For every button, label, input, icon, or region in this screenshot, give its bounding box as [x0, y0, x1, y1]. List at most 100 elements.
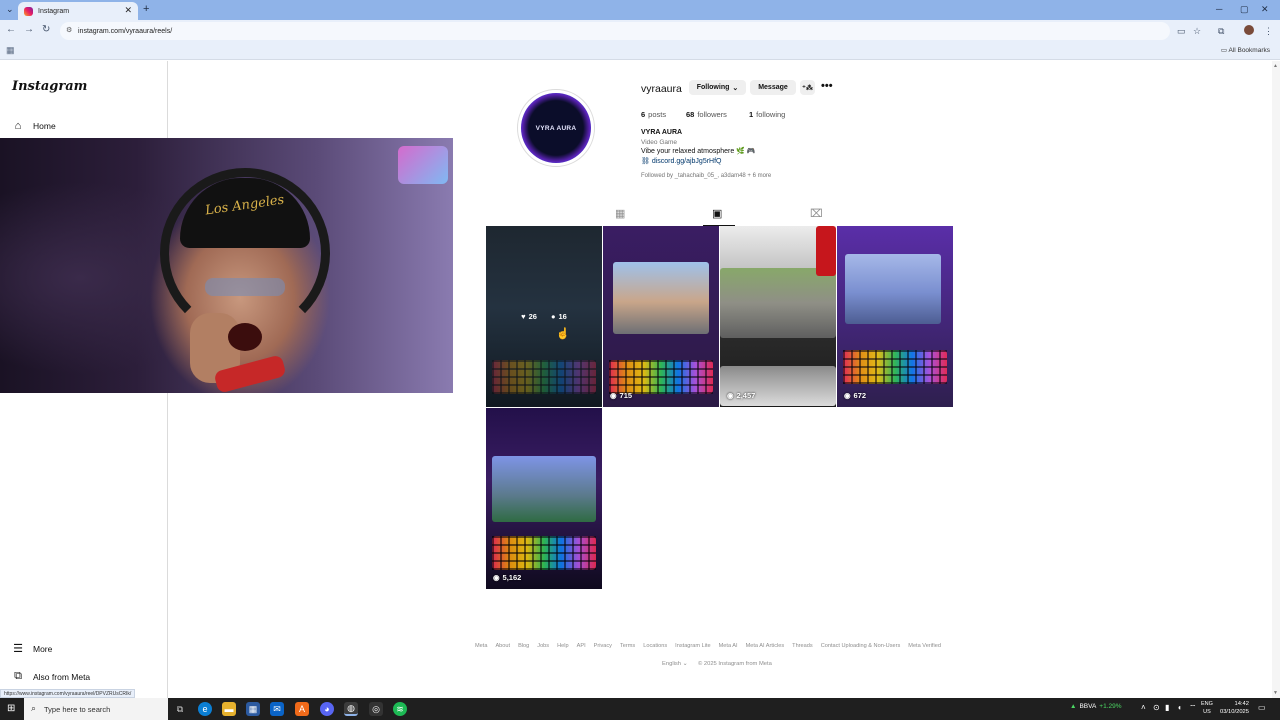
profile-avatar[interactable]: VYRA AURA	[517, 89, 595, 167]
task-view-icon[interactable]: ⧉	[173, 702, 187, 716]
stock-widget[interactable]: ▲ BBVA +1.29%	[1070, 703, 1122, 710]
forward-icon[interactable]: →	[24, 24, 34, 35]
scroll-up-icon[interactable]: ▲	[1273, 63, 1278, 69]
following-button[interactable]: Following ⌄	[689, 80, 746, 95]
window-close-icon[interactable]: ✕	[1261, 4, 1269, 15]
tab-tagged-icon[interactable]: ⌧	[810, 207, 823, 220]
region-code: US	[1203, 709, 1211, 715]
footer-link[interactable]: Privacy	[594, 643, 612, 649]
comments-stat: ● 16	[551, 312, 567, 321]
following-stat[interactable]: 1 following	[749, 110, 785, 119]
footer-link[interactable]: Instagram Lite	[675, 643, 710, 649]
sidebar-item-more[interactable]: ☰ More	[12, 642, 52, 655]
tab-posts-grid-icon[interactable]: ▦	[615, 207, 625, 220]
message-button-label: Message	[758, 84, 788, 91]
footer-link[interactable]: Meta AI	[719, 643, 738, 649]
bookmark-star-icon[interactable]: ☆	[1193, 26, 1201, 37]
footer-link[interactable]: Threads	[792, 643, 813, 649]
footer-link[interactable]: Help	[557, 643, 569, 649]
sidebar-item-home[interactable]: ⌂ Home	[12, 120, 56, 132]
more-options-icon[interactable]: •••	[821, 80, 833, 92]
suggest-users-button[interactable]: ⁺⁂	[800, 80, 815, 95]
app-a-icon[interactable]: A	[295, 702, 309, 716]
message-button[interactable]: Message	[750, 80, 796, 95]
footer-link[interactable]: Meta AI Articles	[746, 643, 785, 649]
mouth	[228, 323, 262, 351]
network-icon[interactable]: ⊙	[1153, 703, 1160, 712]
following-button-label: Following	[696, 84, 730, 91]
extensions-icon[interactable]: ⧉	[1218, 26, 1224, 37]
posts-label: posts	[648, 110, 667, 119]
notifications-icon[interactable]: ▭	[1258, 703, 1266, 712]
footer-link[interactable]: Locations	[643, 643, 667, 649]
footer-link[interactable]: Meta	[475, 643, 487, 649]
chrome-icon[interactable]: ◍	[344, 702, 358, 716]
minimize-icon[interactable]: ─	[1216, 4, 1222, 14]
followed-by[interactable]: Followed by _tahachaib_05_, a3dam48 + 6 …	[641, 173, 771, 179]
discord-icon[interactable]: ◕	[320, 702, 334, 716]
profile-link[interactable]: ⛓ discord.gg/ajbJg5rHfQ	[641, 157, 722, 165]
tab-close-icon[interactable]: ✕	[124, 5, 132, 16]
site-info-icon[interactable]: ⚙	[66, 26, 72, 34]
browser-menu-icon[interactable]: ⋮	[1264, 26, 1273, 37]
address-bar[interactable]: ⚙ instagram.com/vyraaura/reels/	[60, 22, 1170, 40]
all-bookmarks-button[interactable]: ▭ All Bookmarks	[1221, 46, 1270, 54]
obs-icon[interactable]: ◎	[369, 702, 383, 716]
spotify-icon[interactable]: ≋	[393, 702, 407, 716]
reel-tile[interactable]: ◉ 5,162	[486, 408, 602, 589]
heart-icon: ♥	[521, 312, 526, 321]
footer-link[interactable]: About	[495, 643, 510, 649]
stock-chart-icon: ▲	[1070, 703, 1077, 710]
footer-link[interactable]: Contact Uploading & Non-Users	[821, 643, 901, 649]
apps-grid-icon[interactable]: ▦	[6, 45, 15, 56]
volume-icon[interactable]: ◖	[1177, 703, 1182, 712]
sidebar-item-label: More	[33, 643, 53, 654]
reload-icon[interactable]: ↻	[42, 24, 50, 35]
page-scrollbar[interactable]: ▲ ▼	[1272, 61, 1280, 698]
new-tab-button[interactable]: +	[143, 3, 149, 15]
mail-icon[interactable]: ✉	[270, 702, 284, 716]
microphone-icon[interactable]: ▮	[1165, 703, 1169, 712]
footer-link[interactable]: Terms	[620, 643, 635, 649]
install-app-icon[interactable]: ▭	[1177, 26, 1186, 37]
maximize-icon[interactable]: ▢	[1240, 4, 1249, 15]
instagram-logo[interactable]: Instagram	[12, 79, 87, 94]
tab-reels-icon[interactable]: ▣	[712, 207, 722, 220]
footer-link[interactable]: API	[577, 643, 586, 649]
red-light	[816, 226, 836, 276]
all-bookmarks-label: All Bookmarks	[1228, 47, 1270, 54]
file-explorer-icon[interactable]: ▬	[222, 702, 236, 716]
language-indicator[interactable]: ENG US	[1201, 700, 1213, 716]
sidebar-item-also-from-meta[interactable]: ⧉ Also from Meta	[12, 670, 90, 683]
instagram-favicon-icon	[24, 6, 33, 16]
browser-tab-instagram[interactable]: Instagram ✕	[18, 2, 138, 20]
taskbar-clock[interactable]: 14:42 03/10/2025	[1217, 700, 1249, 716]
windows-start-icon[interactable]: ⊞	[7, 703, 15, 714]
reel-tile[interactable]: ◉ 715	[603, 226, 719, 407]
language-code: ENG	[1201, 701, 1213, 707]
reel-tile[interactable]: ◉ 2,457	[720, 226, 836, 407]
eye-icon: ◉	[493, 573, 500, 582]
wifi-icon[interactable]: ⌔	[1189, 703, 1197, 713]
tab-search-icon[interactable]: ⌄	[6, 4, 14, 15]
back-icon[interactable]: ←	[6, 24, 16, 35]
footer-link[interactable]: Blog	[518, 643, 529, 649]
edge-icon[interactable]: e	[198, 702, 212, 716]
tray-overflow-icon[interactable]: ˄	[1141, 703, 1146, 712]
eye-icon: ◉	[610, 391, 617, 400]
language-select[interactable]: English ⌄	[662, 661, 688, 667]
search-icon: ⌕	[31, 703, 37, 713]
followers-stat[interactable]: 68 followers	[686, 110, 727, 119]
taskbar-search-placeholder: Type here to search	[44, 704, 111, 714]
reel-tile[interactable]: ◉ 672	[837, 226, 953, 407]
footer-link[interactable]: Meta Verified	[908, 643, 941, 649]
sidebar-item-label: Also from Meta	[33, 671, 91, 682]
scroll-down-icon[interactable]: ▼	[1273, 690, 1278, 696]
taskbar-search[interactable]: ⌕ Type here to search	[24, 698, 168, 720]
store-icon[interactable]: ▦	[246, 702, 260, 716]
keyboard-image	[492, 536, 596, 570]
footer-link[interactable]: Jobs	[537, 643, 549, 649]
profile-avatar-icon[interactable]	[1244, 25, 1254, 35]
posts-count: 6	[641, 110, 646, 119]
clock-time: 14:42	[1234, 701, 1249, 707]
